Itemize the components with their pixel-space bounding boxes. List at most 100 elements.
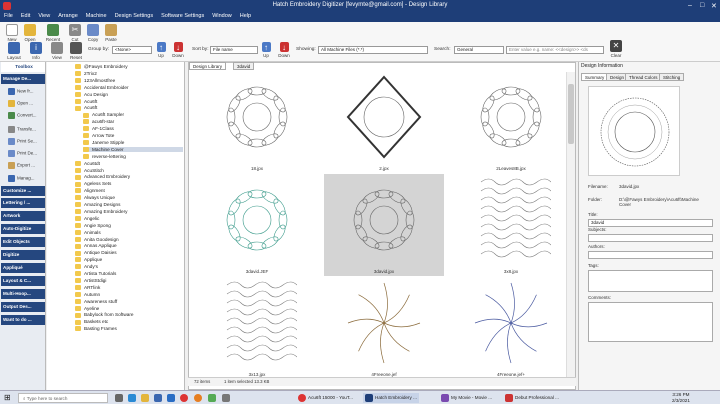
sort-down-button[interactable]: ↓ Down: [276, 42, 292, 58]
group-down-button[interactable]: ↓ Down: [170, 42, 186, 58]
tree-folder[interactable]: Angie Spong: [75, 223, 111, 228]
design-thumbnail[interactable]: 2.jpx: [324, 71, 444, 173]
tree-folder[interactable]: Accidental Embroider: [75, 85, 129, 90]
toolbox-auto-digitize[interactable]: Auto-Digitize: [1, 224, 45, 234]
gallery-scrollbar[interactable]: [566, 72, 575, 377]
subjects-input[interactable]: [588, 234, 713, 242]
menu-file[interactable]: File: [0, 12, 17, 19]
toolbox-item-print-setup[interactable]: Print Se...: [8, 138, 37, 145]
layout-button[interactable]: Layout: [4, 42, 24, 60]
comments-input[interactable]: [588, 302, 713, 342]
tree-folder[interactable]: 123Allmostfree: [75, 78, 115, 84]
tree-subfolder[interactable]: Janeme Stipple: [83, 140, 124, 146]
store-icon[interactable]: [154, 393, 164, 403]
tree-folder[interactable]: Anita Goodesign: [75, 237, 119, 242]
tree-subfolder[interactable]: Acu6ft Sampler: [83, 112, 124, 118]
toolbox-lettering[interactable]: Lettering / ...: [1, 198, 45, 208]
toolbox-layout[interactable]: Layout & C...: [1, 276, 45, 286]
minimize-icon[interactable]: –: [688, 2, 692, 9]
reset-button[interactable]: Reset: [68, 42, 84, 60]
firefox-icon[interactable]: [194, 393, 204, 403]
toolbox-item-manage[interactable]: Manag...: [8, 175, 35, 182]
tree-folder[interactable]: Acu6ft: [75, 99, 97, 104]
design-thumbnail[interactable]: 18.jpx: [197, 71, 317, 173]
chrome-icon[interactable]: [180, 393, 190, 403]
tree-folder[interactable]: Ageless Sets: [75, 181, 111, 187]
mail-icon[interactable]: [167, 393, 177, 403]
tree-folder[interactable]: Ayeline: [75, 306, 99, 311]
toolbox-digitize[interactable]: Digitize: [1, 250, 45, 260]
menu-arrange[interactable]: Arrange: [54, 12, 82, 19]
tree-folder[interactable]: Annas Applique: [75, 243, 117, 249]
design-thumbnail[interactable]: 4Freeone.jef+: [451, 277, 571, 379]
taskbar-app-youtube[interactable]: Acu6ft 15000 - YouT...: [298, 393, 353, 403]
tree-folder[interactable]: Artista Tutorials: [75, 271, 116, 277]
tree-folder[interactable]: Acu6ft: [75, 105, 97, 111]
showing-select[interactable]: All Machine Files (*.*): [318, 46, 428, 54]
tree-folder[interactable]: Awareness stuff: [75, 299, 117, 304]
open-button[interactable]: Open: [22, 24, 38, 42]
search-input[interactable]: Enter value e.g. name: <<design>> <ds: [506, 46, 604, 54]
tree-folder[interactable]: Angelic: [75, 216, 99, 222]
design-thumbnail[interactable]: 3x13.jpx: [197, 277, 317, 379]
group-by-select[interactable]: <None>: [112, 46, 152, 54]
toolbox-item-open[interactable]: Open ...: [8, 100, 33, 107]
taskbar-search-input[interactable]: ⌕ Type here to search: [18, 393, 108, 403]
taskbar-app-hatch[interactable]: Hatch Embroidery ...: [363, 393, 419, 403]
tree-subfolder[interactable]: Machine Cover: [83, 146, 183, 153]
tree-folder[interactable]: Antique Daisies: [75, 250, 117, 256]
tree-folder[interactable]: ARTlink: [75, 285, 100, 291]
new-button[interactable]: New: [4, 24, 20, 42]
search-scope-select[interactable]: General: [454, 46, 504, 54]
tree-subfolder[interactable]: acu6ft-star: [83, 119, 114, 125]
tree-folder[interactable]: Animals: [75, 230, 101, 235]
tree-folder[interactable]: ArtistStdigi: [75, 278, 106, 284]
scrollbar-thumb[interactable]: [568, 84, 574, 144]
tree-folder[interactable]: Advanced Embroidery: [75, 174, 130, 180]
view-button[interactable]: View: [48, 42, 66, 60]
menu-design-settings[interactable]: Design Settings: [111, 12, 158, 19]
toolbox-edit-objects[interactable]: Edit Objects: [1, 237, 45, 247]
paste-button[interactable]: Paste: [103, 24, 119, 42]
toolbox-item-transfer[interactable]: Transfe...: [8, 126, 36, 133]
menu-view[interactable]: View: [34, 12, 54, 19]
info-button[interactable]: i Info: [28, 42, 44, 60]
design-thumbnail[interactable]: 3david.jpx: [324, 174, 444, 276]
menu-edit[interactable]: Edit: [17, 12, 34, 19]
tree-folder[interactable]: Andy's: [75, 264, 98, 270]
tree-folder[interactable]: Acu Design: [75, 92, 108, 97]
close-window-icon[interactable]: ✕: [711, 2, 717, 10]
toolbox-item-new[interactable]: New fr...: [8, 88, 34, 95]
taskbar-clock[interactable]: 3:26 PM 2/3/2021: [672, 392, 690, 403]
tree-subfolder[interactable]: reverse-lettering: [83, 154, 126, 159]
tree-folder[interactable]: Always Unique: [75, 195, 115, 201]
toolbox-output-designs[interactable]: Output Des...: [1, 302, 45, 312]
tree-subfolder[interactable]: AF-1Class: [83, 126, 114, 132]
tree-folder[interactable]: Baskets etc: [75, 319, 108, 325]
recent-button[interactable]: Recent: [42, 24, 64, 42]
tree-folder[interactable]: Amazing Embroidery: [75, 209, 128, 215]
design-thumbnail[interactable]: 3x8.jpx: [451, 174, 571, 276]
tab-3david[interactable]: 3david: [233, 62, 255, 70]
menu-software-settings[interactable]: Software Settings: [157, 12, 208, 19]
tree-folder[interactable]: @Fawys Embroidery: [75, 64, 128, 70]
title-input[interactable]: 3david: [588, 219, 713, 227]
tree-folder[interactable]: Applique: [75, 257, 102, 263]
tab-stitching[interactable]: Stitching: [659, 73, 685, 81]
menu-help[interactable]: Help: [236, 12, 255, 19]
tree-subfolder[interactable]: Arrow Tote: [83, 133, 114, 139]
menu-window[interactable]: Window: [208, 12, 236, 19]
tree-folder[interactable]: Acu6tdt: [75, 161, 100, 166]
toolbox-manage-designs[interactable]: Manage De...: [1, 74, 45, 84]
toolbox-customize[interactable]: Customize ...: [1, 186, 45, 196]
taskbar-app-debut[interactable]: Debut Professional ...: [505, 393, 559, 403]
toolbox-want-to-do[interactable]: Want to do ...: [1, 315, 45, 325]
tree-folder[interactable]: Basting Frames: [75, 326, 117, 332]
task-view-icon[interactable]: [115, 393, 125, 403]
group-up-button[interactable]: ↑ Up: [155, 42, 167, 58]
sort-up-button[interactable]: ↑ Up: [260, 42, 272, 58]
tab-summary[interactable]: Summary: [581, 73, 609, 81]
explorer-icon[interactable]: [141, 393, 151, 403]
toolbox-artwork[interactable]: Artwork: [1, 211, 45, 221]
maximize-icon[interactable]: □: [700, 2, 704, 9]
